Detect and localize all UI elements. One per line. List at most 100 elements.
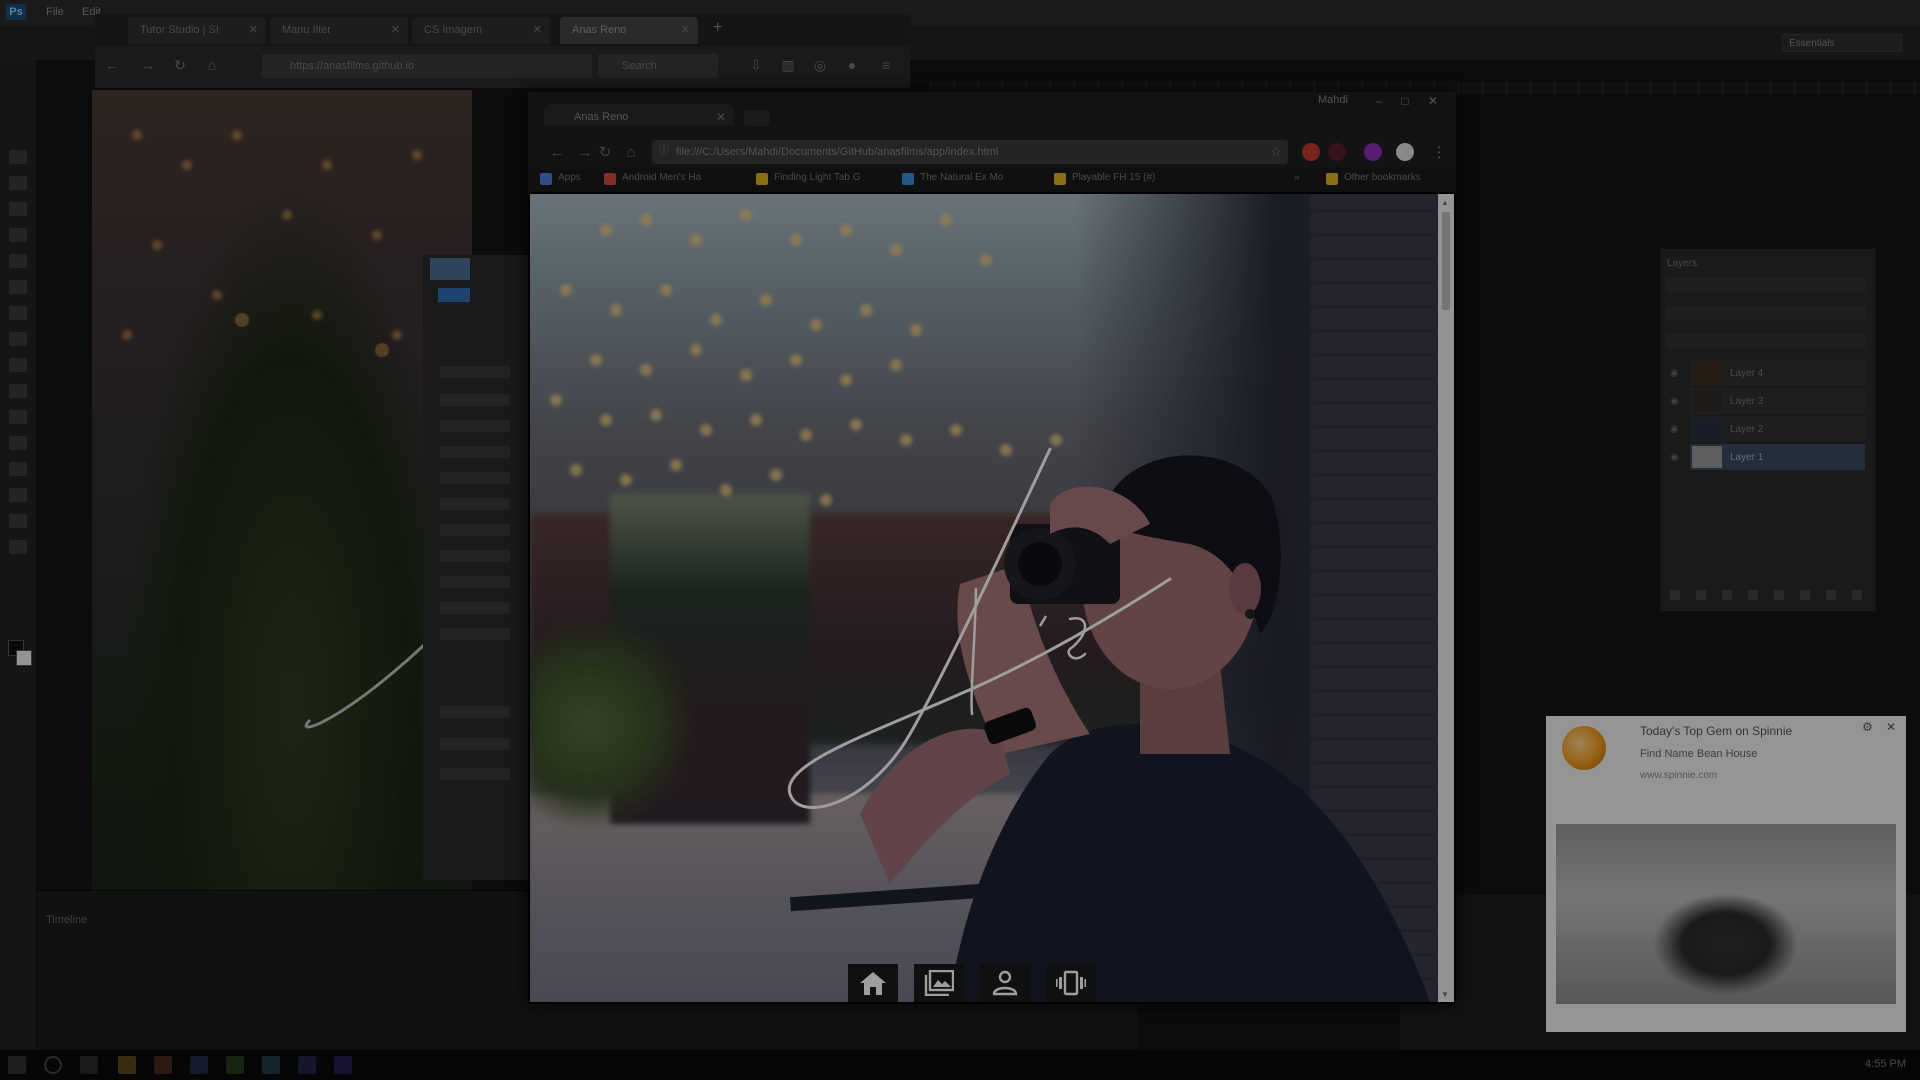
explorer-item[interactable] <box>440 420 510 432</box>
marquee-tool-icon[interactable] <box>9 176 27 190</box>
shape-tool-icon[interactable] <box>9 488 27 502</box>
lasso-tool-icon[interactable] <box>9 202 27 216</box>
hand-tool-icon[interactable] <box>9 514 27 528</box>
bookmarks-overflow-icon[interactable]: » <box>1294 172 1300 183</box>
windows-start-icon[interactable] <box>8 1056 26 1074</box>
bb-tab-active[interactable]: Anas Reno ✕ <box>560 17 698 44</box>
path-tool-icon[interactable] <box>9 462 27 476</box>
reload-icon[interactable]: ↻ <box>172 57 188 73</box>
bookmark-item[interactable]: Playable FH 15 (#) <box>1072 172 1155 183</box>
lock-bar[interactable] <box>1666 334 1866 348</box>
visibility-eye-icon[interactable]: ◉ <box>1670 424 1679 435</box>
bookmark-star-icon[interactable]: ☆ <box>1270 144 1282 160</box>
bb-search-field[interactable]: Search <box>598 54 718 78</box>
close-icon[interactable]: ✕ <box>533 17 542 44</box>
firefox-icon[interactable] <box>154 1056 172 1074</box>
explorer-item[interactable] <box>440 706 510 718</box>
explorer-tab[interactable] <box>438 288 470 302</box>
explorer-item[interactable] <box>440 550 510 562</box>
minimize-icon[interactable]: – <box>1370 93 1388 109</box>
close-icon[interactable]: ✕ <box>1886 720 1896 734</box>
bookmark-item[interactable]: Finding Light Tab G <box>774 172 861 183</box>
reload-icon[interactable]: ↻ <box>596 144 614 162</box>
opera-icon[interactable] <box>1302 143 1320 161</box>
library-icon[interactable]: ▥ <box>780 57 796 73</box>
background-color-swatch[interactable] <box>16 650 32 666</box>
downloads-icon[interactable]: ⇩ <box>748 57 764 73</box>
close-icon[interactable]: ✕ <box>391 17 400 44</box>
close-icon[interactable]: ✕ <box>681 17 690 44</box>
dodge-tool-icon[interactable] <box>9 384 27 398</box>
close-tab-icon[interactable]: ✕ <box>716 110 726 124</box>
forward-icon[interactable]: → <box>576 144 594 162</box>
explorer-item[interactable] <box>440 768 510 780</box>
explorer-item[interactable] <box>440 524 510 536</box>
visibility-eye-icon[interactable]: ◉ <box>1670 396 1679 407</box>
page-info-icon[interactable]: ⓘ <box>659 146 669 156</box>
bookmark-item[interactable]: The Natural Ex Mo <box>920 172 1003 183</box>
type-tool-icon[interactable] <box>9 436 27 450</box>
sync-icon[interactable]: ◎ <box>812 57 828 73</box>
visibility-eye-icon[interactable]: ◉ <box>1670 452 1679 463</box>
crop-tool-icon[interactable] <box>9 228 27 242</box>
address-bar[interactable]: file:///C:/Users/Mahdi/Documents/GitHub/… <box>652 140 1288 164</box>
explorer-item[interactable] <box>440 498 510 510</box>
search-icon[interactable] <box>44 1056 62 1074</box>
chrome-menu-icon[interactable]: ⋮ <box>1430 144 1448 162</box>
nav-home-button[interactable] <box>848 964 898 1002</box>
brush-tool-icon[interactable] <box>9 280 27 294</box>
explorer-item[interactable] <box>440 576 510 588</box>
menu-icon[interactable]: ≡ <box>878 57 894 73</box>
bb-tab[interactable]: CS Imagem ✕ <box>412 17 550 44</box>
ext-dark-icon[interactable] <box>1328 143 1346 161</box>
other-bookmarks[interactable]: Other bookmarks <box>1344 172 1421 183</box>
explorer-item[interactable] <box>440 366 510 378</box>
nav-about-button[interactable] <box>980 964 1030 1002</box>
photoshop-icon[interactable] <box>190 1056 208 1074</box>
gear-icon[interactable]: ⚙ <box>1862 720 1873 734</box>
scroll-up-icon[interactable]: ▲ <box>1441 198 1449 207</box>
layers-footer-icons[interactable] <box>1670 590 1870 600</box>
task-view-icon[interactable] <box>80 1056 98 1074</box>
close-icon[interactable]: ✕ <box>249 17 258 44</box>
explorer-item[interactable] <box>440 738 510 750</box>
bb-tab[interactable]: Manu Ilter ✕ <box>270 17 408 44</box>
explorer-item[interactable] <box>440 602 510 614</box>
move-tool-icon[interactable] <box>9 150 27 164</box>
explorer-item[interactable] <box>440 628 510 640</box>
taskbar-clock[interactable]: 4:55 PM <box>1865 1058 1906 1070</box>
gradient-tool-icon[interactable] <box>9 358 27 372</box>
home-icon[interactable]: ⌂ <box>622 144 640 162</box>
profile-name[interactable]: Mahdi <box>1318 94 1348 106</box>
chrome-icon[interactable] <box>226 1056 244 1074</box>
page-scrollbar[interactable] <box>1438 194 1454 1002</box>
file-explorer-icon[interactable] <box>118 1056 136 1074</box>
menu-file[interactable]: File <box>46 6 64 18</box>
forward-icon[interactable]: → <box>140 57 156 73</box>
app-icon[interactable] <box>298 1056 316 1074</box>
eraser-tool-icon[interactable] <box>9 332 27 346</box>
account-icon[interactable]: ● <box>844 57 860 73</box>
maximize-icon[interactable]: □ <box>1396 93 1414 109</box>
back-icon[interactable]: ← <box>548 144 566 162</box>
ext-white-icon[interactable] <box>1396 143 1414 161</box>
visibility-eye-icon[interactable]: ◉ <box>1670 368 1679 379</box>
layers-title[interactable]: Layers <box>1667 258 1697 269</box>
new-tab-icon[interactable]: + <box>713 20 729 36</box>
bb-tab[interactable]: Tutor Studio | SI ✕ <box>128 17 266 44</box>
app-icon[interactable] <box>334 1056 352 1074</box>
nav-gallery-button[interactable] <box>914 964 964 1002</box>
new-tab-button[interactable] <box>744 110 770 126</box>
explorer-item[interactable] <box>440 446 510 458</box>
explorer-item[interactable] <box>440 394 510 406</box>
blend-mode-select[interactable] <box>1666 306 1866 320</box>
workspace-select[interactable]: Essentials <box>1782 34 1902 52</box>
home-icon[interactable]: ⌂ <box>204 57 220 73</box>
explorer-item[interactable] <box>440 472 510 484</box>
scroll-down-icon[interactable]: ▼ <box>1441 990 1449 999</box>
eyedropper-tool-icon[interactable] <box>9 254 27 268</box>
zoom-tool-icon[interactable] <box>9 540 27 554</box>
bookmark-item[interactable]: Android Men's Ha <box>622 172 701 183</box>
layers-filter-bar[interactable] <box>1666 278 1866 292</box>
bb-address-bar[interactable]: https://anasfilms.github.io <box>262 54 592 78</box>
